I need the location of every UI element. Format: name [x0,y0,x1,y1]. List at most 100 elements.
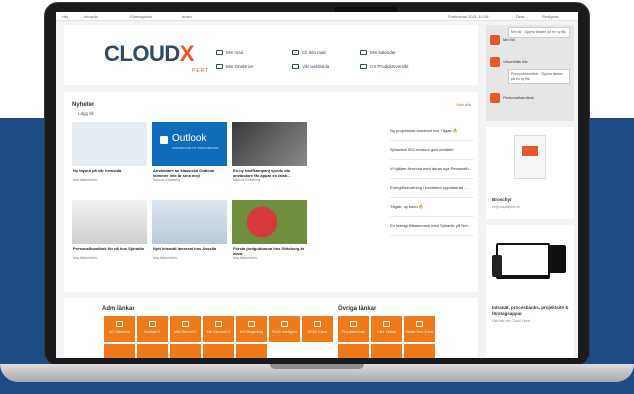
sidebar-item-handbook[interactable]: Personalhandbok [490,93,572,103]
news-tile[interactable]: Ny layout på vår hemsida Mia Malmström [72,122,147,187]
app-icon [281,321,288,327]
quicklink-info-mail[interactable]: Cli Info mail [292,50,326,56]
topbar-published: Publicerad 2021-10-08 [448,14,489,19]
news-tile-image [152,200,227,244]
news-add-button[interactable]: Lägg till [78,111,94,116]
other-link-button[interactable] [371,344,402,358]
other-link-button[interactable]: Sbabe Mon & Anl. [404,316,435,342]
sidebar-item-whistleblow[interactable]: Visselblås här [490,57,572,67]
promo-phone-image [492,255,502,277]
sidebar: Min tid Min tid · Öppna länken på en ny … [486,25,574,358]
book-icon [490,93,500,103]
news-tile[interactable]: Personalhandbok för nå hos Sjöradio Mia … [72,200,147,265]
quicklink-my-mail[interactable]: Min mail [216,50,243,56]
app-icon [350,321,357,327]
news-list-item[interactable]: Sjöradios ISO-revision gick utmärkt! [390,141,474,160]
tooltip: Min tid · Öppna länken på en ny flik [508,27,570,38]
logo-subtitle: PERT [192,68,210,74]
cloud-icon [314,321,321,327]
news-tile-author: Mia Malmström [73,178,97,182]
app-icon [383,321,390,327]
header-card: CLOUDX PERT Min mail Cli Info mail Min k… [64,25,478,85]
laptop-base-groove [270,364,364,369]
adm-link-button[interactable] [203,344,234,358]
news-tile[interactable]: Första jordgubbarna hos Göteborg är klar… [232,200,307,265]
news-tile-title: Första jordgubbarna hos Göteborg är klar… [233,246,305,256]
adm-link-button[interactable]: Mäk Service F. [170,316,201,342]
news-tile-author: Marcus Eriksberg [233,178,261,182]
quicklink-onedrive[interactable]: Min OneDrive [216,64,254,70]
outlook-tagline: CONNECTOR TO YOUR PEOPLE [172,146,219,150]
brochure-title: Broschyr [492,197,512,202]
adm-link-button[interactable]: Min Ekonomi Z [203,316,234,342]
brochure-email: cx@cloudxpert.se [492,205,520,209]
adm-link-button[interactable] [104,344,135,358]
grid-icon [360,64,367,70]
news-tile-title: Ny layout på vår hemsida [73,168,122,173]
news-tile-title: En ny bloffkampanj sprids där användare … [233,168,291,178]
adm-links-title: Adm länkar [102,306,135,312]
news-card: Nyheter Lägg till Visa alla Ny layout på… [64,92,478,292]
adm-link-button[interactable] [137,344,168,358]
topbar-share-button[interactable]: Dela [516,14,524,19]
mail-icon [292,50,299,56]
topbar-home[interactable]: Hej [62,14,68,19]
app-icon [215,321,222,327]
adm-link-button[interactable]: MX Omgedring [236,316,267,342]
promo-card[interactable]: Intranät, procesbanks, projektsite & för… [486,225,574,358]
news-tile-image [72,200,147,244]
other-link-button[interactable] [404,344,435,358]
news-tile[interactable]: Outlook CONNECTOR TO YOUR PEOPLE Använda… [152,122,227,187]
other-link-button[interactable]: Fakt. Online [371,316,402,342]
news-list-item[interactable]: Ny projektsida lanserad hos Tågab 🔥 [390,122,474,141]
outlook-wordmark: Outlook [172,133,207,144]
cloud-icon [216,64,223,70]
news-list-item[interactable]: Vi hjälper Arsecka med deras nya Persona… [390,160,474,179]
adm-link-button[interactable]: FUXX Intelligent [269,316,300,342]
adm-link-button[interactable]: AC Omnimini [104,316,135,342]
globe-icon [292,64,299,70]
news-tile-author: Marcus Eriksberg [153,178,181,182]
flame-icon: 🔥 [418,204,424,209]
laptop-screen: Hej Intranät Företagsinfo Index Publicer… [56,12,578,358]
brochure-thumbnail [514,135,546,179]
other-link-button[interactable] [338,344,369,358]
quicklink-product-overview[interactable]: CX Produktöversikt [360,64,409,70]
quicklink-calendar[interactable]: Min kalender [360,50,396,56]
promo-title: Intranät, procesbanks, projektsite & för… [492,305,569,316]
news-tile-image: Outlook CONNECTOR TO YOUR PEOPLE [152,122,227,166]
news-tile-title: Användare av klassiska Outlook kommer in… [153,168,215,178]
mail-icon [216,50,223,56]
topbar-edit-button[interactable]: Redigera [542,14,558,19]
topbar-intranet-link[interactable]: Intranät [84,14,98,19]
brochure-graphic [522,146,538,156]
promo-tablet-image [548,245,566,273]
news-list-item[interactable]: Tågab, ny kund 🔥 [390,198,474,217]
adm-link-button[interactable] [236,344,267,358]
company-logo[interactable]: CLOUDX [104,41,194,67]
adm-link-button[interactable] [170,344,201,358]
news-see-all-link[interactable]: Visa alla [456,102,471,107]
sidebar-shortcuts: Min tid Min tid · Öppna länken på en ny … [486,25,574,121]
adm-link-button[interactable]: Kaxbata E. [137,316,168,342]
topbar-company-link[interactable]: Företagsinfo [130,14,152,19]
promo-link[interactable]: Läs mer om Cloud Xpert [492,319,530,323]
news-tile-author: Mia Malmström [233,256,257,260]
other-link-button[interactable]: Projektall Data [338,316,369,342]
links-card: Adm länkar Övriga länkar AC Omnimini Kax… [64,298,478,358]
news-tile-image [232,200,307,244]
news-tile[interactable]: Nytt Intranät lanserat hos Assella Mia M… [152,200,227,265]
topbar-index-link[interactable]: Index [182,14,192,19]
news-tile[interactable]: En ny bloffkampanj sprids där användare … [232,122,307,187]
news-list: Ny projektsida lanserad hos Tågab 🔥 Sjör… [390,122,474,236]
outlook-icon [160,136,168,144]
news-list-item[interactable]: Energiförsvaltning i tomheten uppdaterad… [390,179,474,198]
news-tile-title: Personalhandbok för nå hos Sjöradio [73,246,145,251]
adm-link-button[interactable]: XCXX Cloud [302,316,333,342]
promo-laptop-image [496,243,550,279]
news-list-item[interactable]: En lodetgi tillsammans med Sjöradio på N… [390,217,474,236]
promo-screen [498,245,548,275]
app-icon [248,321,255,327]
brochure-card[interactable]: Broschyr cx@cloudxpert.se [486,127,574,219]
quicklink-website[interactable]: Vår webbsida [292,64,329,70]
